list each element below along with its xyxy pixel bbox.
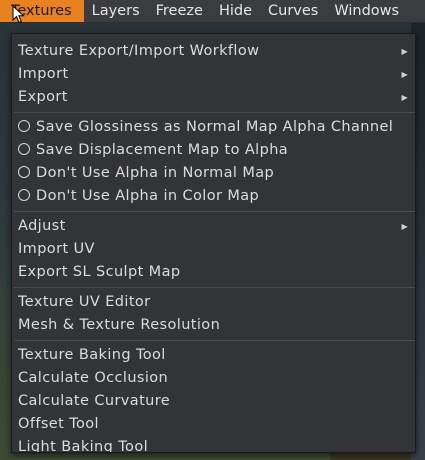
menu-item-no-alpha-color-map[interactable]: Don't Use Alpha in Color Map: [12, 185, 415, 208]
submenu-arrow-icon: ▶: [401, 70, 408, 79]
menu-item-save-displacement[interactable]: Save Displacement Map to Alpha: [12, 139, 415, 162]
menu-item-texture-baking-tool[interactable]: Texture Baking Tool: [12, 344, 415, 367]
menu-item-import[interactable]: Import ▶: [12, 63, 415, 86]
textures-dropdown-menu: Texture Export/Import Workflow ▶ Import …: [11, 33, 416, 453]
menu-item-label: Export SL Sculpt Map: [18, 264, 181, 280]
menu-item-label: Texture Export/Import Workflow: [18, 43, 260, 59]
radio-unchecked-icon: [18, 189, 30, 201]
mouse-cursor-icon: [12, 5, 25, 24]
menu-separator: [14, 287, 415, 288]
menu-separator: [14, 340, 415, 341]
menu-item-label: Don't Use Alpha in Color Map: [36, 188, 260, 204]
radio-unchecked-icon: [18, 166, 30, 178]
menu-item-label: Adjust: [18, 218, 66, 234]
submenu-arrow-icon: ▶: [401, 93, 408, 102]
menu-hide[interactable]: Hide: [211, 0, 260, 22]
menu-item-import-uv[interactable]: Import UV: [12, 238, 415, 261]
menu-item-calculate-curvature[interactable]: Calculate Curvature: [12, 390, 415, 413]
menu-separator: [14, 112, 415, 113]
radio-unchecked-icon: [18, 120, 30, 132]
menu-freeze[interactable]: Freeze: [148, 0, 211, 22]
menu-item-no-alpha-normal-map[interactable]: Don't Use Alpha in Normal Map: [12, 162, 415, 185]
menu-item-label: Light Baking Tool: [18, 439, 149, 453]
menu-item-export-sl-sculpt-map[interactable]: Export SL Sculpt Map: [12, 261, 415, 284]
menu-item-light-baking-tool[interactable]: Light Baking Tool: [12, 436, 415, 453]
menu-layers[interactable]: Layers: [84, 0, 148, 22]
menu-curves[interactable]: Curves: [260, 0, 326, 22]
menu-item-save-glossiness[interactable]: Save Glossiness as Normal Map Alpha Chan…: [12, 116, 415, 139]
menu-bar: Textures Layers Freeze Hide Curves Windo…: [0, 0, 425, 23]
radio-unchecked-icon: [18, 143, 30, 155]
menu-item-texture-export-import-workflow[interactable]: Texture Export/Import Workflow ▶: [12, 40, 415, 63]
menu-item-label: Mesh & Texture Resolution: [18, 317, 221, 333]
submenu-arrow-icon: ▶: [401, 222, 408, 231]
menu-item-label: Save Displacement Map to Alpha: [36, 142, 289, 158]
menu-windows[interactable]: Windows: [326, 0, 407, 22]
menu-item-label: Texture Baking Tool: [18, 347, 166, 363]
menu-item-label: Save Glossiness as Normal Map Alpha Chan…: [36, 119, 394, 135]
menu-item-offset-tool[interactable]: Offset Tool: [12, 413, 415, 436]
menu-item-mesh-texture-resolution[interactable]: Mesh & Texture Resolution: [12, 314, 415, 337]
menu-item-label: Calculate Occlusion: [18, 370, 169, 386]
menu-item-texture-uv-editor[interactable]: Texture UV Editor: [12, 291, 415, 314]
menu-item-calculate-occlusion[interactable]: Calculate Occlusion: [12, 367, 415, 390]
menu-separator: [14, 211, 415, 212]
menu-item-label: Calculate Curvature: [18, 393, 171, 409]
menu-item-label: Import UV: [18, 241, 95, 257]
menu-item-label: Offset Tool: [18, 416, 99, 432]
submenu-arrow-icon: ▶: [401, 47, 408, 56]
menu-item-adjust[interactable]: Adjust ▶: [12, 215, 415, 238]
menu-item-export[interactable]: Export ▶: [12, 86, 415, 109]
menu-item-label: Export: [18, 89, 68, 105]
menu-item-label: Import: [18, 66, 69, 82]
menu-item-label: Texture UV Editor: [18, 294, 151, 310]
menu-item-label: Don't Use Alpha in Normal Map: [36, 165, 275, 181]
